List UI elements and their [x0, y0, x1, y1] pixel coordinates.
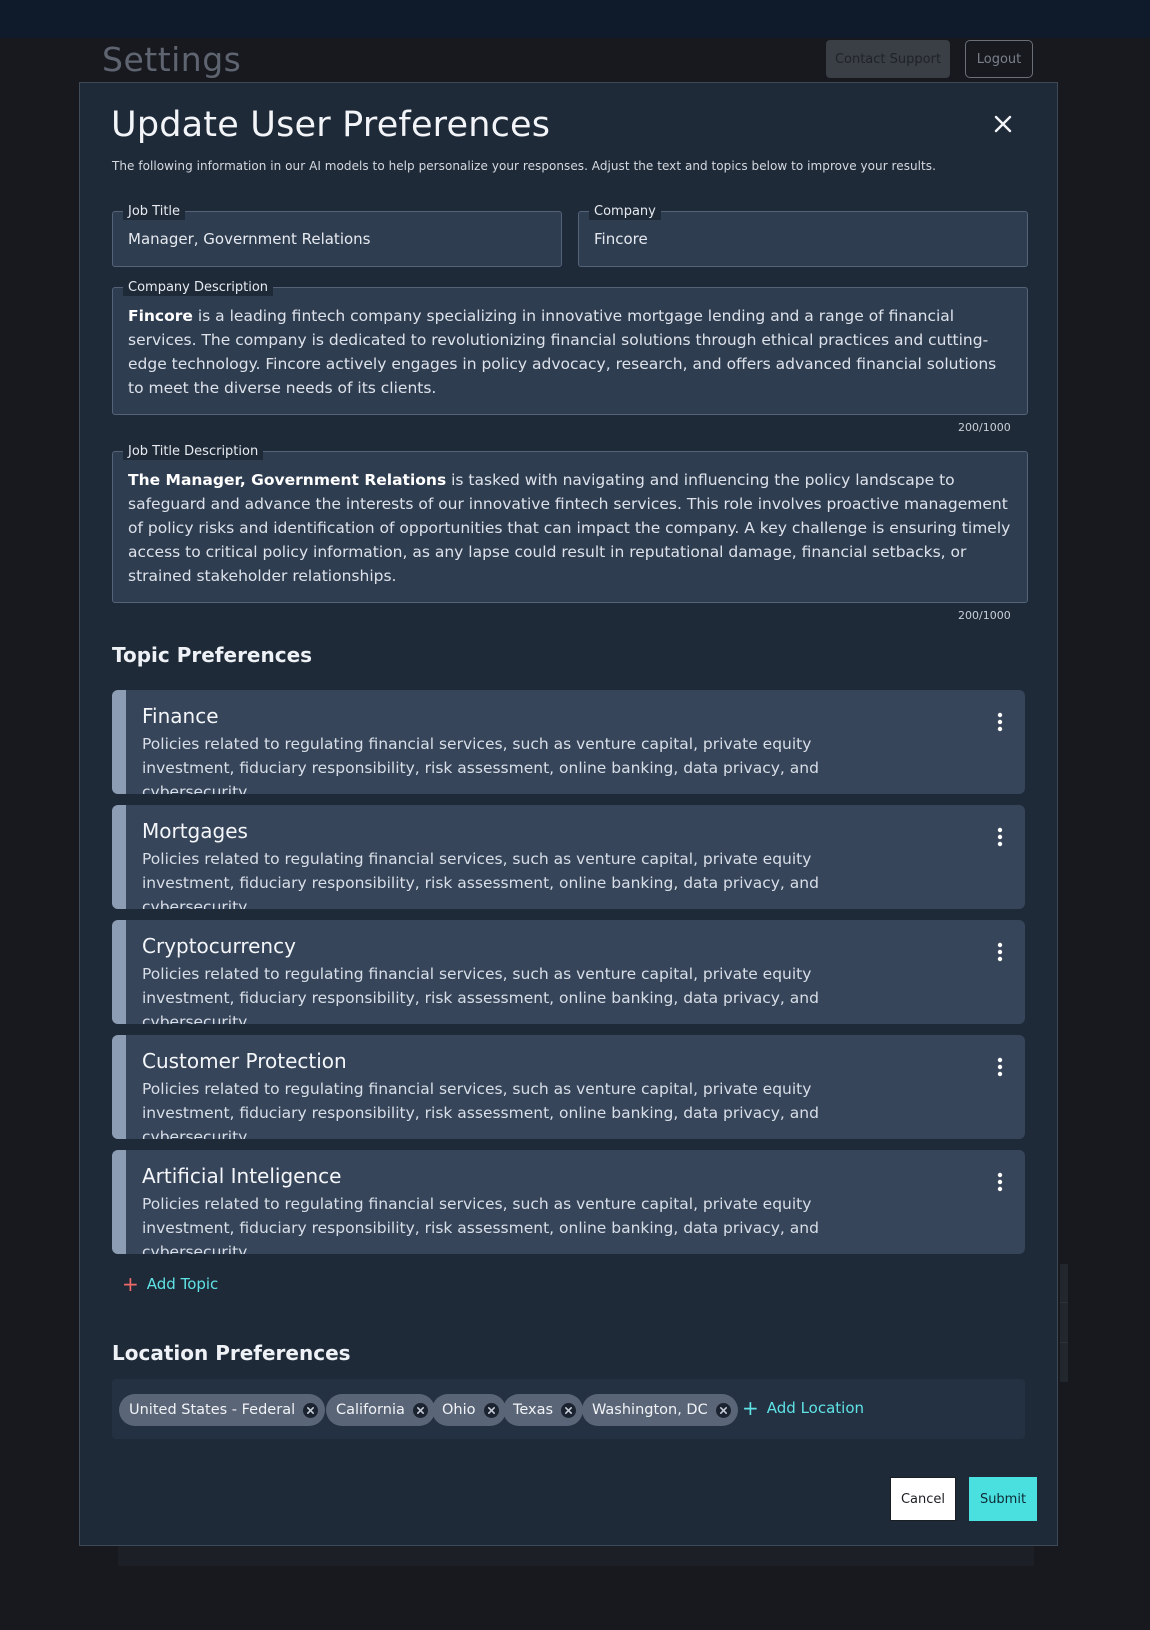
contact-support-button[interactable]: Contact Support — [826, 40, 950, 78]
topic-title: Cryptocurrency — [142, 934, 296, 958]
remove-chip-icon[interactable] — [715, 1402, 731, 1418]
remove-chip-icon[interactable] — [412, 1402, 428, 1418]
topic-title: Finance — [142, 704, 219, 728]
plus-icon: + — [122, 1272, 139, 1296]
topic-title: Customer Protection — [142, 1049, 347, 1073]
topic-preferences-title: Topic Preferences — [112, 643, 313, 667]
location-chip[interactable]: Texas — [503, 1394, 584, 1426]
background-panel-edge — [118, 1544, 1034, 1566]
location-chip[interactable]: Ohio — [432, 1394, 506, 1426]
location-chip-label: Ohio — [442, 1402, 476, 1418]
location-chip[interactable]: California — [326, 1394, 435, 1426]
close-icon[interactable] — [990, 111, 1016, 137]
more-vertical-icon[interactable] — [992, 825, 1008, 849]
company-description-body: is a leading fintech company specializin… — [128, 307, 997, 397]
location-preferences-title: Location Preferences — [112, 1341, 351, 1365]
page-title: Settings — [102, 40, 242, 79]
topic-description: Policies related to regulating financial… — [142, 1080, 819, 1139]
topic-description: Policies related to regulating financial… — [142, 850, 819, 909]
job-title-description-counter: 200/1000 — [958, 609, 1011, 622]
more-vertical-icon[interactable] — [992, 1055, 1008, 1079]
topic-description: Policies related to regulating financial… — [142, 735, 819, 794]
job-title-description-text: The Manager, Government Relations is tas… — [128, 468, 1015, 588]
more-vertical-icon[interactable] — [992, 710, 1008, 734]
topic-card[interactable]: Cryptocurrency Policies related to regul… — [112, 920, 1025, 1024]
location-chip-label: Texas — [513, 1402, 554, 1418]
more-vertical-icon[interactable] — [992, 1170, 1008, 1194]
add-location-label: Add Location — [766, 1399, 865, 1417]
topic-title: Artificial Inteligence — [142, 1164, 342, 1188]
location-chip-label: California — [336, 1402, 405, 1418]
topic-description: Policies related to regulating financial… — [142, 1195, 819, 1254]
topic-drag-handle[interactable] — [112, 690, 126, 794]
topic-drag-handle[interactable] — [112, 920, 126, 1024]
modal-subtitle: The following information in our AI mode… — [112, 159, 936, 173]
job-title-description-label: Job Title Description — [123, 444, 264, 460]
add-topic-label: Add Topic — [146, 1275, 219, 1293]
company-field[interactable]: Company Fincore — [578, 204, 1028, 267]
topic-description: Policies related to regulating financial… — [142, 965, 819, 1024]
background-table-edge — [1060, 1264, 1068, 1382]
job-title-value: Manager, Government Relations — [128, 230, 371, 248]
topic-title: Mortgages — [142, 819, 248, 843]
company-description-field[interactable]: Company Description Fincore is a leading… — [112, 280, 1028, 415]
plus-icon: + — [742, 1396, 759, 1420]
remove-chip-icon[interactable] — [483, 1402, 499, 1418]
company-description-counter: 200/1000 — [958, 421, 1011, 434]
company-description-bold: Fincore — [128, 307, 193, 325]
cancel-button[interactable]: Cancel — [890, 1477, 956, 1521]
location-chip[interactable]: Washington, DC — [582, 1394, 738, 1426]
company-description-text: Fincore is a leading fintech company spe… — [128, 304, 1015, 400]
remove-chip-icon[interactable] — [303, 1402, 319, 1418]
topic-card[interactable]: Mortgages Policies related to regulating… — [112, 805, 1025, 909]
job-title-description-field[interactable]: Job Title Description The Manager, Gover… — [112, 444, 1028, 603]
location-chip-label: Washington, DC — [592, 1402, 708, 1418]
company-value: Fincore — [594, 230, 648, 248]
location-chip[interactable]: United States - Federal — [119, 1394, 326, 1426]
remove-chip-icon[interactable] — [561, 1402, 577, 1418]
topic-card[interactable]: Artificial Inteligence Policies related … — [112, 1150, 1025, 1254]
modal-title: Update User Preferences — [111, 105, 551, 145]
job-title-description-bold: The Manager, Government Relations — [128, 471, 447, 489]
logout-button[interactable]: Logout — [965, 40, 1033, 78]
update-preferences-modal: Update User Preferences The following in… — [79, 82, 1058, 1546]
job-title-label: Job Title — [123, 204, 186, 220]
top-nav-bar — [0, 0, 1150, 38]
location-chip-list: United States - Federal California Ohio … — [112, 1379, 1025, 1439]
add-topic-button[interactable]: + Add Topic — [122, 1272, 219, 1296]
job-title-field[interactable]: Job Title Manager, Government Relations — [112, 204, 562, 267]
company-label: Company — [589, 204, 661, 220]
topic-drag-handle[interactable] — [112, 1035, 126, 1139]
topic-card[interactable]: Finance Policies related to regulating f… — [112, 690, 1025, 794]
location-chip-label: United States - Federal — [129, 1402, 296, 1418]
topic-card[interactable]: Customer Protection Policies related to … — [112, 1035, 1025, 1139]
submit-button[interactable]: Submit — [969, 1477, 1037, 1521]
topic-drag-handle[interactable] — [112, 805, 126, 909]
more-vertical-icon[interactable] — [992, 940, 1008, 964]
company-description-label: Company Description — [123, 280, 274, 296]
add-location-button[interactable]: + Add Location — [742, 1396, 865, 1420]
topic-drag-handle[interactable] — [112, 1150, 126, 1254]
